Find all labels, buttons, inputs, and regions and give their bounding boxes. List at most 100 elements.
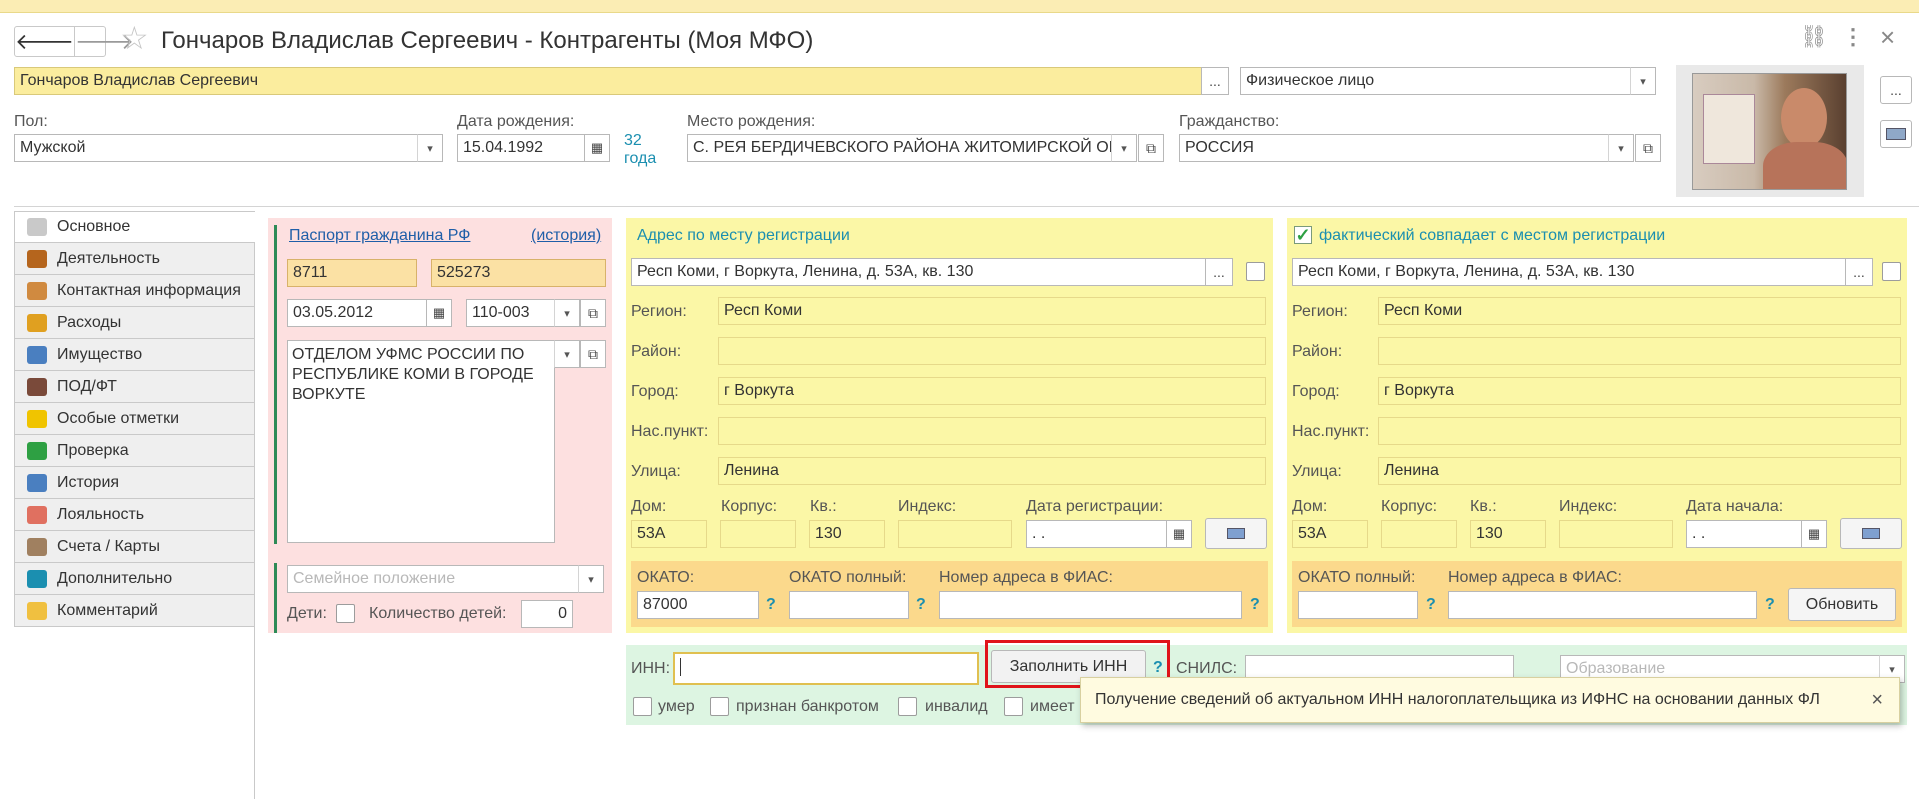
reg-okato-full-field[interactable] — [789, 591, 909, 619]
dead-checkbox[interactable] — [633, 697, 652, 716]
dept-code-open-button[interactable]: ⧉ — [580, 299, 606, 327]
children-count-field[interactable]: 0 — [521, 600, 573, 628]
fact-city-field[interactable]: г Воркута — [1378, 377, 1901, 405]
sidebar-item[interactable]: Основное — [14, 211, 255, 243]
dept-code-field[interactable]: 110-003 — [466, 299, 555, 327]
dob-calendar-button[interactable]: ▦ — [584, 134, 610, 162]
fact-index-field[interactable] — [1559, 520, 1673, 548]
reg-okato-field[interactable]: 87000 — [637, 591, 759, 619]
bankrupt-checkbox[interactable] — [710, 697, 729, 716]
reg-flat-field[interactable]: 130 — [809, 520, 885, 548]
sidebar-item[interactable]: История — [14, 467, 255, 499]
sex-dropdown[interactable]: ▾ — [417, 134, 443, 162]
passport-title-link[interactable]: Паспорт гражданина РФ — [289, 227, 470, 245]
fact-okato-full-field[interactable] — [1298, 591, 1418, 619]
more-icon[interactable]: ⋮ — [1842, 26, 1864, 48]
fact-address-scan-button[interactable] — [1840, 518, 1902, 549]
inn-field[interactable] — [673, 652, 979, 685]
client-photo — [1692, 73, 1847, 190]
fact-settlement-field[interactable] — [1378, 417, 1901, 445]
sidebar-item[interactable]: Контактная информация — [14, 275, 255, 307]
reg-okato-help[interactable]: ? — [766, 596, 776, 614]
fact-building-field[interactable] — [1381, 520, 1457, 548]
birthplace-open-button[interactable]: ⧉ — [1138, 134, 1164, 162]
fact-okato-full-help[interactable]: ? — [1426, 596, 1436, 614]
issued-by-textarea[interactable]: ОТДЕЛОМ УФМС РОССИИ ПО РЕСПУБЛИКЕ КОМИ В… — [287, 340, 555, 543]
fact-address-checkbox[interactable] — [1882, 262, 1901, 281]
person-type-select[interactable]: Физическое лицо — [1240, 67, 1632, 95]
sidebar-item[interactable]: Имущество — [14, 339, 255, 371]
issued-by-open-button[interactable]: ⧉ — [580, 340, 606, 368]
reg-date-calendar-button[interactable]: ▦ — [1166, 520, 1192, 548]
reg-address-full-field[interactable]: Респ Коми, г Воркута, Ленина, д. 53А, кв… — [631, 258, 1206, 286]
reg-date-field[interactable]: . . — [1026, 520, 1167, 548]
photo-menu-button[interactable]: ... — [1880, 76, 1912, 104]
dept-code-dropdown[interactable]: ▾ — [554, 299, 580, 327]
link-icon[interactable]: ⛓ — [1800, 26, 1828, 48]
sidebar-item[interactable]: Дополнительно — [14, 563, 255, 595]
scan-photo-button[interactable] — [1880, 120, 1912, 148]
fact-region-field[interactable]: Респ Коми — [1378, 297, 1901, 325]
sidebar-item[interactable]: Особые отметки — [14, 403, 255, 435]
issue-date-calendar-button[interactable]: ▦ — [426, 299, 452, 327]
sidebar-item[interactable]: Комментарий — [14, 595, 255, 627]
sex-select[interactable]: Мужской — [14, 134, 418, 162]
reg-fias-field[interactable] — [939, 591, 1242, 619]
top-strip — [0, 0, 1919, 13]
children-checkbox[interactable] — [336, 604, 355, 623]
citizenship-open-button[interactable]: ⧉ — [1635, 134, 1661, 162]
sidebar-item[interactable]: ПОД/ФТ — [14, 371, 255, 403]
passport-series-field[interactable]: 8711 — [287, 259, 417, 287]
marital-status-dropdown[interactable]: ▾ — [578, 565, 604, 593]
fact-start-date-calendar-button[interactable]: ▦ — [1801, 520, 1827, 548]
reg-okato-full-help[interactable]: ? — [916, 596, 926, 614]
reg-address-scan-button[interactable] — [1205, 518, 1267, 549]
name-select-button[interactable]: ... — [1201, 67, 1229, 95]
fact-district-field[interactable] — [1378, 337, 1901, 365]
fact-address-edit-button[interactable]: ... — [1845, 258, 1873, 286]
sidebar-item[interactable]: Лояльность — [14, 499, 255, 531]
reg-district-field[interactable] — [718, 337, 1266, 365]
citizenship-field[interactable]: РОССИЯ — [1179, 134, 1609, 162]
reg-house-field[interactable]: 53А — [631, 520, 707, 548]
passport-history-link[interactable]: (история) — [531, 227, 601, 245]
fact-same-checkbox[interactable]: ✓ — [1294, 225, 1312, 245]
reg-settlement-field[interactable] — [718, 417, 1266, 445]
passport-issue-date-field[interactable]: 03.05.2012 — [287, 299, 427, 327]
issued-by-dropdown[interactable]: ▾ — [554, 340, 580, 368]
refresh-button[interactable]: Обновить — [1788, 588, 1896, 621]
reg-fias-help[interactable]: ? — [1250, 596, 1260, 614]
sidebar-item[interactable]: Счета / Карты — [14, 531, 255, 563]
marital-status-select[interactable]: Семейное положение — [287, 565, 579, 593]
fact-fias-help[interactable]: ? — [1765, 596, 1775, 614]
reg-building-field[interactable] — [720, 520, 796, 548]
fact-fias-field[interactable] — [1448, 591, 1757, 619]
fact-street-field[interactable]: Ленина — [1378, 457, 1901, 485]
name-field[interactable]: Гончаров Владислав Сергеевич — [14, 67, 1202, 95]
tooltip-close-icon[interactable]: × — [1871, 689, 1883, 712]
reg-street-field[interactable]: Ленина — [718, 457, 1266, 485]
passport-number-field[interactable]: 525273 — [431, 259, 606, 287]
close-icon[interactable]: × — [1880, 24, 1895, 50]
fact-house-field[interactable]: 53А — [1292, 520, 1368, 548]
sidebar-item[interactable]: Проверка — [14, 435, 255, 467]
sidebar-item[interactable]: Расходы — [14, 307, 255, 339]
birthplace-field[interactable]: С. РЕЯ БЕРДИЧЕВСКОГО РАЙОНА ЖИТОМИРСКОЙ … — [687, 134, 1112, 162]
has-checkbox[interactable] — [1004, 697, 1023, 716]
dob-field[interactable]: 15.04.1992 — [457, 134, 585, 162]
fact-flat-field[interactable]: 130 — [1470, 520, 1546, 548]
reg-city-field[interactable]: г Воркута — [718, 377, 1266, 405]
invalid-checkbox[interactable] — [898, 697, 917, 716]
reg-region-field[interactable]: Респ Коми — [718, 297, 1266, 325]
reg-address-checkbox[interactable] — [1246, 262, 1265, 281]
fact-start-date-field[interactable]: . . — [1686, 520, 1802, 548]
birthplace-dropdown[interactable]: ▾ — [1111, 134, 1137, 162]
back-button[interactable]: 🡐 — [15, 27, 74, 56]
reg-address-edit-button[interactable]: ... — [1205, 258, 1233, 286]
reg-index-field[interactable] — [898, 520, 1012, 548]
person-type-dropdown[interactable]: ▾ — [1630, 67, 1656, 95]
favorite-star-icon[interactable]: ☆ — [120, 22, 149, 54]
fact-address-full-field[interactable]: Респ Коми, г Воркута, Ленина, д. 53А, кв… — [1292, 258, 1846, 286]
citizenship-dropdown[interactable]: ▾ — [1608, 134, 1634, 162]
sidebar-item[interactable]: Деятельность — [14, 243, 255, 275]
